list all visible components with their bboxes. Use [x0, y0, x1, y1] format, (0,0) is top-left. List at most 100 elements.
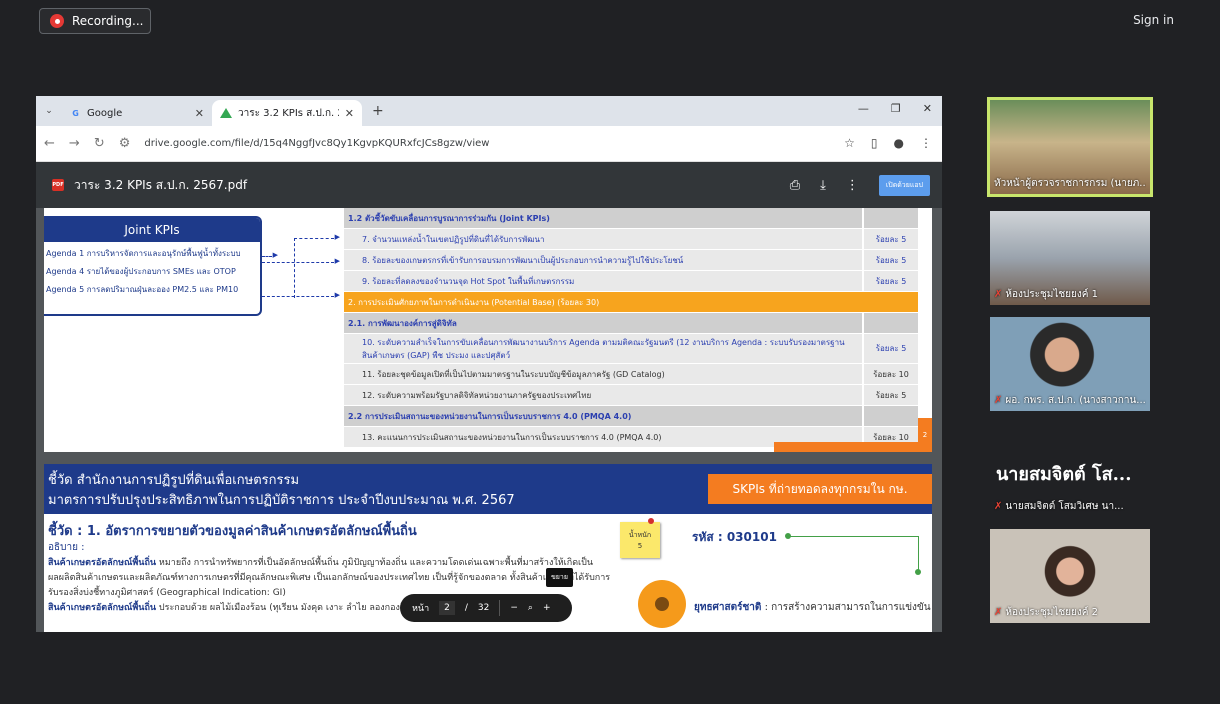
kpi-row: 8. ร้อยละของเกษตรกรที่เข้ารับการอบรมการพ…	[344, 250, 918, 271]
participant-tile-2[interactable]: ✗ ห้องประชุมไชยยงค์ 1	[990, 211, 1150, 305]
google-favicon-icon: G	[72, 108, 79, 118]
zoom-in-icon[interactable]: +	[543, 603, 551, 613]
page-separator: /	[464, 603, 468, 613]
joint-kpis-box: Joint KPIs Agenda 1 การบริหารจัดการและอน…	[44, 216, 262, 316]
page-number-input[interactable]: 2	[439, 601, 455, 615]
participant-tile-1[interactable]: หัวหน้าผู้ตรวจราชการกรม (นายภ...	[987, 97, 1153, 197]
recording-label: Recording...	[72, 14, 144, 28]
pin-icon	[648, 518, 654, 524]
orange-footer-bar	[774, 442, 918, 452]
kpi-weight	[862, 208, 918, 228]
recording-indicator[interactable]: Recording...	[39, 8, 151, 34]
tab-pdf[interactable]: วาระ 3.2 KPIs ส.ป.ก. 2567.pdf - G ✕	[212, 100, 362, 126]
indicator-title: ชี้วัด : 1. อัตราการขยายตัวของมูลค่าสินค…	[48, 524, 417, 539]
minimize-icon[interactable]: —	[858, 102, 869, 115]
connector-dot	[785, 533, 791, 539]
connector-line	[294, 238, 295, 298]
pdf-title: วาระ 3.2 KPIs ส.ป.ก. 2567.pdf	[74, 177, 248, 192]
participant-tile-3[interactable]: ✗ ผอ. กพร. ส.ป.ก. (นางสาวกาน...	[990, 317, 1150, 411]
participant-tile-5[interactable]: ✗ ห้องประชุมไชยยงค์ 2	[990, 529, 1150, 623]
joint-kpi-item: Agenda 4 รายได้ของผู้ประกอบการ SMEs และ …	[46, 267, 236, 276]
term-bold: สินค้าเกษตรอัตลักษณ์พื้นถิ่น	[48, 603, 157, 613]
window-controls: — ❐ ✕	[858, 102, 932, 115]
zoom-out-icon[interactable]: −	[510, 603, 518, 613]
kpi-row: 12. ระดับความพร้อมรัฐบาลดิจิทัลหน่วยงานภ…	[344, 385, 918, 406]
site-info-icon[interactable]: ⚙	[119, 136, 131, 151]
pdf-toolbar: PDF วาระ 3.2 KPIs ส.ป.ก. 2567.pdf ⎙ ⤓ ⋮ …	[36, 162, 942, 208]
zoom-tooltip: ขยาย	[546, 568, 573, 587]
download-icon[interactable]: ⤓	[820, 178, 826, 193]
profile-icon[interactable]: ●	[894, 136, 904, 150]
page-number-tab: 2	[918, 418, 932, 452]
kpi-row: 9. ร้อยละที่ลดลงของจำนวนจุด Hot Spot ในพ…	[344, 271, 918, 292]
more-menu-icon[interactable]: ⋮	[920, 136, 932, 150]
tab-search-icon[interactable]: ⌄	[36, 106, 62, 116]
weight-label: น้ำหนัก	[628, 531, 652, 539]
kpi-row: 10. ระดับความสำเร็จในการขับเคลื่อนการพัฒ…	[344, 334, 918, 364]
participant-name: ✗ ห้องประชุมไชยยงค์ 2	[994, 607, 1098, 618]
tab-title: วาระ 3.2 KPIs ส.ป.ก. 2567.pdf - G	[238, 107, 339, 119]
kpi-weight: ร้อยละ 5	[862, 385, 918, 405]
bookmark-star-icon[interactable]: ☆	[844, 136, 855, 150]
joint-kpi-item: Agenda 5 การลดปริมาณฝุ่นละออง PM2.5 และ …	[46, 285, 239, 294]
kpi-text: 10. ระดับความสำเร็จในการขับเคลื่อนการพัฒ…	[344, 334, 862, 363]
kpi-weight: ร้อยละ 5	[862, 229, 918, 249]
participant-name: ✗ ห้องประชุมไชยยงค์ 1	[994, 289, 1098, 300]
total-pages: 32	[477, 603, 490, 613]
mic-off-icon: ✗	[994, 395, 1003, 406]
pdf-page-1: Joint KPIs Agenda 1 การบริหารจัดการและอน…	[44, 208, 932, 452]
shared-screen: ⌄ G Google ✕ วาระ 3.2 KPIs ส.ป.ก. 2567.p…	[36, 96, 942, 632]
kpi-weight	[862, 313, 918, 333]
strategy-text: : การสร้างความสามารถในการแข่งขัน	[761, 602, 931, 613]
weight-sticky-note: น้ำหนัก 5	[620, 522, 660, 558]
restore-icon[interactable]: ❐	[891, 102, 901, 115]
kpi-weight	[862, 292, 918, 312]
kpi-text: 2.2 การประเมินสถานะของหน่วยงานในการเป็นร…	[344, 406, 862, 426]
national-strategy: ยุทธศาสตร์ชาติ : การสร้างความสามารถในการ…	[694, 600, 931, 615]
participant-display-name: นายสมจิตต์ โส...	[996, 464, 1132, 485]
skpi-banner: SKPIs ที่ถ่ายทอดลงทุกกรมใน กษ.	[708, 474, 932, 504]
open-with-button[interactable]: เปิดด้วยแอป	[878, 175, 930, 196]
term-bold: สินค้าเกษตรอัตลักษณ์พื้นถิ่น	[48, 558, 157, 568]
close-icon[interactable]: ✕	[195, 107, 204, 120]
record-icon	[50, 14, 64, 28]
kpi-text: 12. ระดับความพร้อมรัฐบาลดิจิทัลหน่วยงานภ…	[344, 385, 862, 405]
sign-in-link[interactable]: Sign in	[1133, 13, 1174, 27]
kpi-text: 2. การประเมินศักยภาพในการดำเนินงาน (Pote…	[344, 292, 862, 312]
kpi-row: 7. จำนวนแหล่งน้ำในเขตปฏิรูปที่ดินที่ได้ร…	[344, 229, 918, 250]
address-bar: ← → ↻ ⚙ drive.google.com/file/d/15q4Nggf…	[36, 126, 942, 162]
mic-off-icon: ✗	[994, 501, 1003, 512]
tab-google[interactable]: G Google ✕	[62, 100, 212, 126]
url-field[interactable]: drive.google.com/file/d/15q4NggfJvc8Qy1K…	[144, 138, 489, 149]
connector-arrow	[262, 257, 340, 265]
connector-arrow	[262, 251, 278, 259]
pdf-actions: ⎙ ⤓ ⋮ เปิดด้วยแอป	[790, 175, 930, 196]
header-line-2: มาตรการปรับปรุงประสิทธิภาพในการปฏิบัติรา…	[48, 493, 515, 508]
print-icon[interactable]: ⎙	[790, 178, 800, 193]
side-panel-icon[interactable]: ▯	[871, 136, 878, 150]
organization-logo-icon	[638, 580, 686, 628]
close-window-icon[interactable]: ✕	[923, 102, 932, 115]
forward-icon[interactable]: →	[69, 136, 80, 151]
green-connector	[918, 536, 919, 572]
participant-name: หัวหน้าผู้ตรวจราชการกรม (นายภ...	[994, 178, 1146, 189]
more-options-icon[interactable]: ⋮	[846, 178, 859, 193]
new-tab-button[interactable]: +	[362, 103, 394, 119]
zoom-fit-icon[interactable]: ⌕	[528, 603, 533, 613]
green-connector	[788, 536, 918, 537]
back-icon[interactable]: ←	[44, 136, 55, 151]
participant-tile-4[interactable]: นายสมจิตต์ โส... ✗ นายสมจิตต์ โสมวิเศษ นา…	[990, 423, 1150, 517]
kpi-weight: ร้อยละ 5	[862, 271, 918, 291]
pdf-document-area[interactable]: Joint KPIs Agenda 1 การบริหารจัดการและอน…	[36, 208, 942, 632]
participant-name: ✗ ผอ. กพร. ส.ป.ก. (นางสาวกาน...	[994, 395, 1146, 406]
close-icon[interactable]: ✕	[345, 107, 354, 120]
page-header-band: ชี้วัด สำนักงานการปฏิรูปที่ดินเพื่อเกษตร…	[44, 464, 932, 514]
address-actions: ☆ ▯ ● ⋮	[844, 136, 932, 150]
kpi-row: 11. ร้อยละชุดข้อมูลเปิดที่เป็นไปตามมาตรฐ…	[344, 364, 918, 385]
kpi-text: 11. ร้อยละชุดข้อมูลเปิดที่เป็นไปตามมาตรฐ…	[344, 364, 862, 384]
kpi-weight: ร้อยละ 5	[862, 334, 918, 363]
reload-icon[interactable]: ↻	[94, 136, 105, 151]
joint-kpi-item: Agenda 1 การบริหารจัดการและอนุรักษ์พื้นฟ…	[46, 249, 241, 258]
description-label: อธิบาย :	[48, 542, 85, 553]
pdf-page-controls: หน้า 2 / 32 − ⌕ +	[400, 594, 572, 622]
